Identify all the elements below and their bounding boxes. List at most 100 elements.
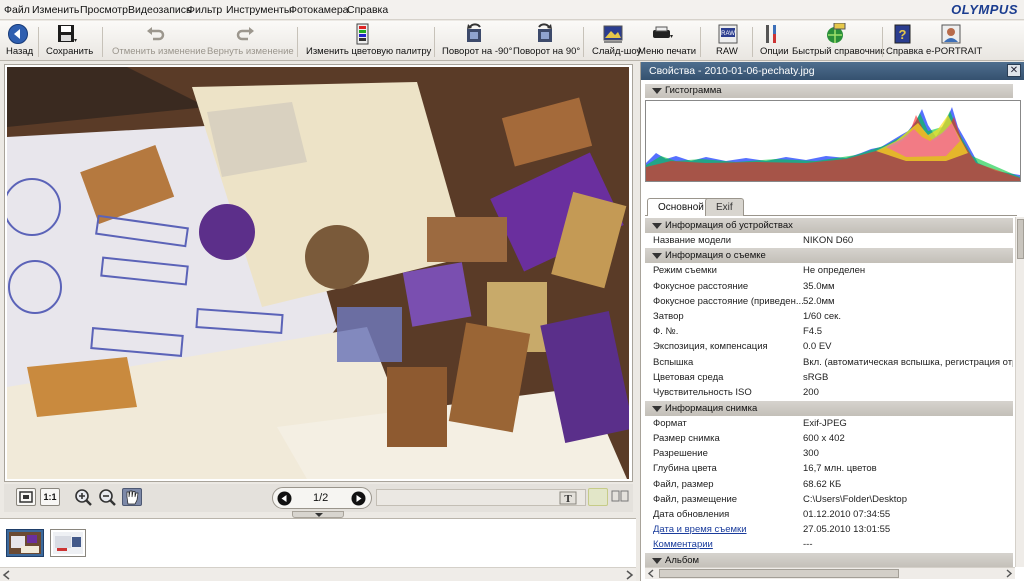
viewer-controls: 1:1 1/2 T — [4, 484, 633, 512]
thumbnail[interactable] — [50, 529, 86, 557]
toolbar-separator — [700, 27, 701, 57]
e-portrait-button[interactable]: e-PORTRAIT — [924, 21, 982, 61]
scroll-left-icon[interactable] — [2, 570, 12, 580]
photo-preview[interactable] — [7, 67, 629, 479]
section-album[interactable]: Альбом — [645, 553, 1013, 567]
chevron-down-icon — [315, 513, 323, 517]
color-palette-button[interactable]: Изменить цветовую палитру — [304, 21, 431, 61]
help-button[interactable]: ? Справка — [884, 21, 923, 61]
redo-button[interactable]: Вернуть изменение — [205, 21, 294, 61]
back-button[interactable]: Назад — [2, 21, 34, 61]
fit-window-button[interactable] — [16, 488, 36, 506]
table-row: Режим съемки Не определен — [653, 265, 866, 277]
scroll-left-icon[interactable] — [647, 569, 656, 578]
table-row: Чувствительность ISO 200 — [653, 387, 819, 398]
toolbar-separator — [583, 27, 584, 57]
table-row: Название модели NIKON D60 — [653, 235, 854, 246]
zoom-out-button[interactable] — [98, 488, 118, 506]
thumbnail-image — [53, 532, 83, 554]
table-row: Глубина цвета 16,7 млн. цветов — [653, 463, 877, 475]
section-shooting-info[interactable]: Информация о съемке — [645, 248, 1013, 263]
menu-help[interactable]: Справка — [347, 4, 388, 16]
comments-link[interactable]: Комментарии — [653, 539, 713, 550]
scroll-thumb[interactable] — [1017, 219, 1024, 259]
undo-button[interactable]: Отменить изменение — [110, 21, 206, 61]
floppy-disk-icon — [58, 25, 77, 42]
menu-filter[interactable]: Фильтр — [187, 4, 222, 16]
table-row: Файл, размещение C:\Users\Folder\Desktop — [653, 493, 908, 505]
table-row: Ф. №. F4.5 — [653, 326, 823, 338]
table-row: Фокусное расстояние (приведен... 52.0мм — [653, 295, 835, 307]
menu-tools[interactable]: Инструменты — [226, 4, 291, 16]
menu-view[interactable]: Просмотр — [80, 4, 128, 16]
properties-vertical-scrollbar[interactable] — [1015, 217, 1024, 567]
svg-text:RAW: RAW — [721, 31, 735, 37]
filmstrip-scrollbar[interactable] — [0, 567, 636, 581]
shooting-datetime-link[interactable]: Дата и время съемки — [653, 524, 747, 535]
back-arrow-icon — [8, 24, 28, 44]
single-view-button[interactable] — [588, 488, 608, 506]
table-row: Цветовая среда sRGB — [653, 371, 829, 383]
two-pane-icon — [611, 490, 629, 502]
application-window: Файл Изменить Просмотр Видеозапись Фильт… — [0, 0, 1024, 581]
slideshow-button[interactable]: Слайд-шоу — [590, 21, 641, 61]
table-row: Размер снимка 600 x 402 — [653, 433, 845, 444]
zoom-in-button[interactable] — [74, 488, 94, 506]
table-row: Файл, размер 68.62 КБ — [653, 478, 842, 490]
menu-camera[interactable]: Фотокамера — [289, 4, 349, 16]
histogram — [645, 100, 1021, 182]
histogram-graph — [646, 101, 1020, 181]
rotate-left-button[interactable]: Поворот на -90° — [440, 21, 512, 61]
rotate-right-button[interactable]: Поворот на 90° — [511, 21, 580, 61]
toolbar-separator — [102, 27, 103, 57]
zoom-out-icon — [99, 489, 116, 506]
options-button[interactable]: Опции — [758, 21, 789, 61]
section-device-info[interactable]: Информация об устройствах — [645, 218, 1013, 233]
menu-edit[interactable]: Изменить — [32, 4, 79, 16]
table-row: Дата и время съемки 27.05.2010 13:01:55 — [653, 524, 891, 536]
svg-text:T: T — [564, 493, 572, 505]
properties-title-bar: Свойства - 2010-01-06-pechaty.jpg ✕ — [641, 62, 1024, 80]
print-icon — [653, 26, 673, 38]
tools-icon — [766, 25, 776, 43]
raw-button[interactable]: RAW RAW — [710, 21, 746, 61]
scroll-right-icon[interactable] — [624, 570, 634, 580]
hand-tool-button[interactable] — [122, 488, 142, 506]
save-button[interactable]: Сохранить — [44, 21, 96, 61]
photo-image — [7, 67, 629, 479]
page-slider-track[interactable]: T — [376, 489, 586, 506]
text-tool-icon[interactable]: T — [559, 491, 577, 505]
section-image-info[interactable]: Информация снимка — [645, 400, 1013, 416]
table-row: Комментарии --- — [653, 539, 813, 551]
collapse-triangle-icon — [652, 223, 662, 229]
menu-video[interactable]: Видеозапись — [128, 4, 191, 16]
help-book-icon: ? — [894, 24, 911, 44]
histogram-section-header[interactable]: Гистограмма — [645, 84, 1013, 98]
scroll-thumb[interactable] — [659, 569, 899, 578]
filmstrip-toggle[interactable] — [292, 511, 344, 518]
image-viewer — [4, 64, 633, 482]
page-navigator: 1/2 — [272, 487, 372, 509]
main-toolbar: Назад Сохранить Отменить изменение Верну… — [0, 21, 1024, 61]
collapse-triangle-icon — [652, 253, 662, 259]
collapse-triangle-icon — [652, 405, 662, 412]
properties-horizontal-scrollbar[interactable] — [645, 567, 1015, 579]
quick-reference-button[interactable]: Быстрый справочник — [790, 21, 884, 61]
properties-table: Информация об устройствах Название модел… — [645, 217, 1013, 567]
toolbar-separator — [752, 27, 753, 57]
tab-exif[interactable]: Exif — [705, 198, 744, 216]
close-button[interactable]: ✕ — [1007, 64, 1021, 77]
actual-size-button[interactable]: 1:1 — [40, 488, 60, 506]
portrait-icon — [941, 24, 961, 44]
collapse-triangle-icon — [652, 558, 662, 564]
next-page-icon[interactable] — [351, 491, 366, 506]
dual-view-button[interactable] — [610, 488, 630, 506]
olympus-logo: OLYMPUS — [951, 2, 1018, 17]
thumbnail-selected[interactable] — [6, 529, 44, 557]
previous-page-icon[interactable] — [277, 491, 292, 506]
menu-file[interactable]: Файл — [4, 4, 30, 16]
toolbar-separator — [882, 27, 883, 57]
scroll-right-icon[interactable] — [1004, 569, 1013, 578]
print-menu-button[interactable]: Меню печати — [636, 21, 696, 61]
properties-panel: Свойства - 2010-01-06-pechaty.jpg ✕ Гист… — [640, 62, 1024, 581]
